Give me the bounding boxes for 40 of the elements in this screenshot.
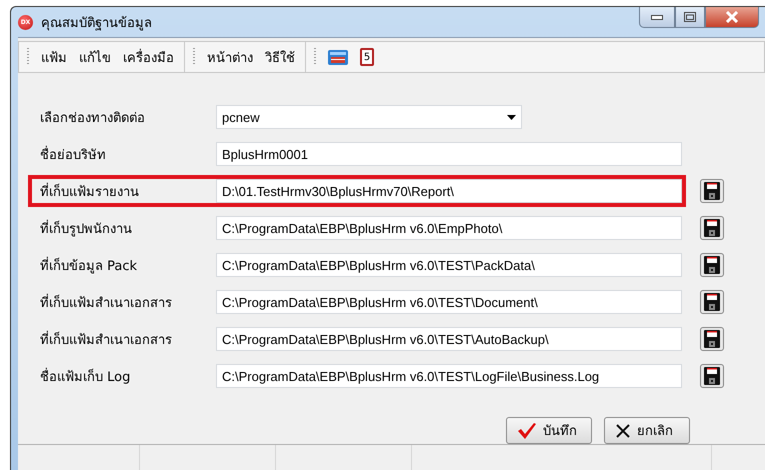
menu-item[interactable]: เครื่องมือ [123,46,174,68]
connection-dropdown[interactable]: pcnew [216,105,522,129]
text-field[interactable]: D:\01.TestHrmv30\BplusHrmv70\Report\ [216,179,682,203]
menu-item[interactable]: แฟ้ม [41,46,67,68]
close-button[interactable] [705,7,759,28]
save-path-button[interactable] [700,179,724,203]
menu-item[interactable]: หน้าต่าง [207,46,253,68]
field-label: ที่เก็บรูปพนักงาน [40,218,133,238]
field-label: ชื่อย่อบริษัท [40,144,107,164]
maximize-button[interactable] [675,7,705,28]
text-field[interactable]: C:\ProgramData\EBP\BplusHrm v6.0\TEST\LogFile\Business.Log [216,364,682,388]
x-icon [615,422,631,438]
checkmark-icon [517,422,537,438]
dropdown-caret-icon [507,114,516,120]
save-button[interactable]: บันทึก [506,417,592,444]
close-icon [725,11,739,23]
save-path-button[interactable] [700,290,724,314]
text-field[interactable]: C:\ProgramData\EBP\BplusHrm v6.0\TEST\Document\ [216,290,682,314]
text-field[interactable]: C:\ProgramData\EBP\BplusHrm v6.0\TEST\PackData\ [216,253,682,277]
save-path-button[interactable] [700,327,724,351]
menu-item[interactable]: แก้ไข [79,46,111,68]
maximize-icon [684,12,696,22]
minimize-icon [651,14,663,20]
calendar-icon[interactable]: 5 [360,48,374,66]
field-label: ที่เก็บแฟ้มรายงาน [40,182,140,202]
field-label: เลือกช่องทางติดต่อ [40,110,146,128]
field-label: ที่เก็บแฟ้มสำเนาเอกสาร [40,330,173,350]
minimize-button[interactable] [639,7,675,28]
field-label: ที่เก็บข้อมูล Pack [40,256,138,276]
save-path-button[interactable] [700,253,724,277]
cancel-button[interactable]: ยกเลิก [604,417,690,444]
text-field[interactable]: C:\ProgramData\EBP\BplusHrm v6.0\EmpPhoto\ [216,216,682,240]
text-field[interactable]: C:\ProgramData\EBP\BplusHrm v6.0\TEST\AutoBackup\ [216,327,682,351]
field-label: ที่เก็บแฟ้มสำเนาเอกสาร [40,292,173,312]
menu-item[interactable]: วิธีใช้ [265,46,295,68]
window-title: คุณสมบัติฐานข้อมูล [41,14,152,32]
field-label: ชื่อแฟ้มเก็บ Log [40,366,132,386]
text-field[interactable]: BplusHrm0001 [216,142,682,166]
save-path-button[interactable] [700,216,724,240]
save-path-button[interactable] [700,364,724,388]
